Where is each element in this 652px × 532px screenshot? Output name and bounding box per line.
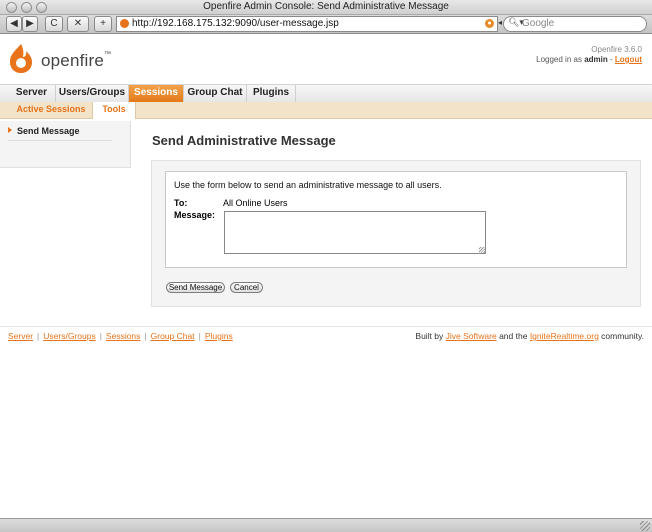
logout-link[interactable]: Logout — [615, 55, 642, 64]
openfire-favicon-icon — [120, 19, 129, 28]
window-titlebar: Openfire Admin Console: Send Administrat… — [0, 0, 652, 15]
add-bookmark-button[interactable]: + — [94, 16, 112, 32]
plus-icon: + — [100, 18, 106, 29]
footer-link-server[interactable]: Server — [8, 331, 33, 341]
url-dropdown-icon[interactable]: ◂ — [498, 18, 502, 27]
tab-plugins[interactable]: Plugins — [247, 85, 296, 102]
footer-link-plugins[interactable]: Plugins — [205, 331, 233, 341]
app-header: openfire™ Openfire 3.6.0 Logged in as ad… — [0, 34, 652, 84]
sidebar-item-send-message[interactable]: Send Message — [8, 126, 112, 141]
footer-links: Server | Users/Groups | Sessions | Group Chat |… — [8, 331, 233, 341]
version-label: Openfire 3.6.0 — [591, 45, 642, 54]
footer-link-group-chat[interactable]: Group Chat — [151, 331, 195, 341]
reload-button[interactable]: C — [45, 16, 63, 32]
textarea-resize-icon[interactable] — [479, 247, 485, 253]
jive-software-link[interactable]: Jive Software — [446, 331, 497, 341]
main-nav: Server Users/Groups Sessions Group Chat … — [0, 84, 652, 103]
username: admin — [584, 55, 608, 64]
openfire-logo-icon — [10, 44, 32, 73]
sidebar-item-label: Send Message — [17, 126, 80, 136]
tab-active-sessions[interactable]: Active Sessions — [12, 102, 90, 118]
back-button[interactable]: ◀ — [6, 16, 22, 32]
footer-divider — [0, 326, 652, 327]
cancel-button[interactable]: Cancel — [230, 282, 263, 293]
browser-toolbar: ◀ ▶ C ✕ + http://192.168.175.132:9090/us… — [0, 15, 652, 34]
footer-link-users-groups[interactable]: Users/Groups — [43, 331, 95, 341]
window-title: Openfire Admin Console: Send Administrat… — [203, 1, 449, 12]
arrow-right-icon — [8, 127, 12, 133]
forward-arrow-icon: ▶ — [26, 18, 34, 29]
tab-users-groups[interactable]: Users/Groups — [56, 85, 129, 102]
sub-nav: Active Sessions Tools — [0, 102, 652, 119]
reload-icon: C — [50, 18, 58, 29]
login-status: Logged in as admin - Logout — [536, 55, 642, 64]
rss-icon[interactable]: ● — [485, 19, 494, 28]
stop-button[interactable]: ✕ — [67, 16, 89, 32]
tab-tools[interactable]: Tools — [92, 102, 136, 119]
message-textarea[interactable] — [224, 211, 486, 254]
search-input[interactable]: 🔍︎▾ Google — [503, 16, 647, 32]
back-arrow-icon: ◀ — [10, 18, 18, 29]
search-placeholder: Google — [522, 18, 555, 29]
tab-group-chat[interactable]: Group Chat — [184, 85, 247, 102]
form-intro-text: Use the form below to send an administra… — [174, 180, 442, 190]
ignite-realtime-link[interactable]: IgniteRealtime.org — [530, 331, 599, 341]
page-title: Send Administrative Message — [152, 133, 336, 148]
send-message-button[interactable]: Send Message — [166, 282, 225, 293]
sidebar: Send Message — [0, 121, 131, 168]
browser-statusbar — [0, 518, 652, 532]
window-resize-icon[interactable] — [640, 521, 650, 531]
to-value: All Online Users — [223, 198, 288, 208]
forward-button[interactable]: ▶ — [22, 16, 38, 32]
tab-sessions[interactable]: Sessions — [129, 85, 184, 102]
to-label: To: — [174, 198, 188, 208]
message-label: Message: — [174, 210, 216, 220]
footer-credits: Built by Jive Software and the IgniteRea… — [415, 331, 644, 341]
stop-icon: ✕ — [73, 18, 83, 29]
logo-wordmark: openfire™ — [41, 51, 112, 70]
url-field[interactable]: http://192.168.175.132:9090/user-message… — [116, 16, 498, 32]
url-text: http://192.168.175.132:9090/user-message… — [132, 18, 339, 29]
footer-link-sessions[interactable]: Sessions — [106, 331, 141, 341]
tab-server[interactable]: Server — [8, 85, 56, 102]
